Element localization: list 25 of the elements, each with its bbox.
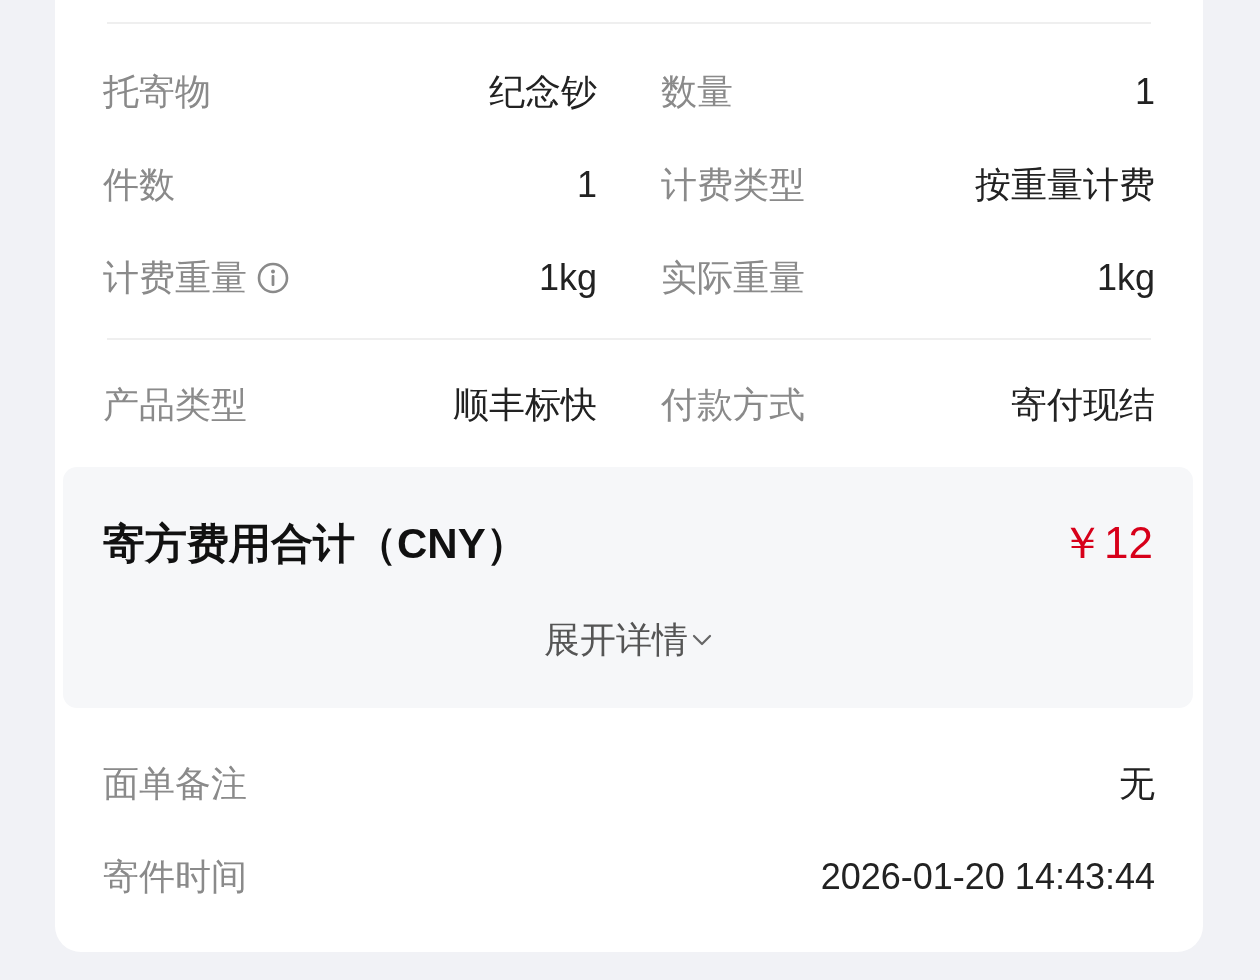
field-value: 1kg — [1096, 255, 1155, 300]
expand-details-button[interactable]: 展开详情 — [544, 616, 712, 664]
field-label: 件数 — [103, 162, 175, 207]
field-label: 托寄物 — [103, 69, 211, 114]
field-value: 1kg — [538, 255, 597, 300]
field-value: 顺丰标快 — [453, 382, 597, 427]
field-value: 2026-01-20 14:43:44 — [820, 854, 1155, 899]
field-label: 面单备注 — [103, 761, 247, 806]
field-label: 付款方式 — [661, 382, 805, 427]
field-value: 寄付现结 — [1011, 382, 1155, 427]
field-label: 计费类型 — [661, 162, 805, 207]
chevron-down-icon — [692, 634, 712, 646]
field-value: 纪念钞 — [489, 69, 597, 114]
field-label: 计费重量 — [103, 255, 247, 300]
fee-total-amount: ￥12 — [1060, 517, 1153, 569]
field-value: 1 — [1134, 69, 1155, 114]
field-label: 数量 — [661, 69, 733, 114]
field-value: 按重量计费 — [975, 162, 1155, 207]
field-label: 寄件时间 — [103, 854, 247, 899]
field-value: 无 — [1119, 761, 1155, 806]
field-label: 产品类型 — [103, 382, 247, 427]
fee-total-label: 寄方费用合计（CNY） — [103, 518, 528, 569]
field-value: 1 — [576, 162, 597, 207]
info-icon[interactable] — [257, 261, 289, 294]
field-label: 实际重量 — [661, 255, 805, 300]
